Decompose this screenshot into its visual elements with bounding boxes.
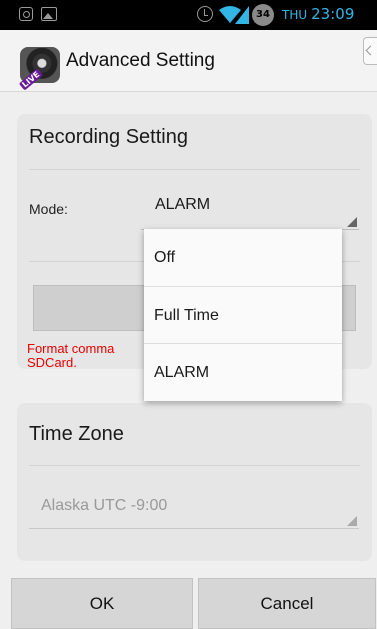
live-tag: LIVE xyxy=(18,68,43,91)
alarm-icon xyxy=(197,6,213,22)
dropdown-option-off[interactable]: Off xyxy=(144,229,342,286)
image-icon xyxy=(41,7,57,21)
page-title: Advanced Setting xyxy=(66,50,215,71)
time-zone-value: Alaska UTC -9:00 xyxy=(41,497,168,514)
dropdown-option-full-time[interactable]: Full Time xyxy=(144,286,342,343)
ok-button[interactable]: OK xyxy=(11,578,193,629)
signal-icon xyxy=(235,6,249,24)
time-zone-spinner[interactable]: Alaska UTC -9:00 xyxy=(29,491,359,529)
mode-label: Mode: xyxy=(29,201,68,217)
divider xyxy=(29,169,360,170)
time-zone-title: Time Zone xyxy=(29,423,124,445)
dropdown-arrow-icon xyxy=(347,217,357,227)
mode-dropdown-menu: Off Full Time ALARM xyxy=(144,229,342,401)
recording-setting-title: Recording Setting xyxy=(29,126,188,148)
screenshot-icon xyxy=(19,7,33,21)
dropdown-arrow-icon xyxy=(347,516,357,526)
status-time: 23:09 xyxy=(311,5,355,23)
action-bar: LIVE Advanced Setting xyxy=(0,30,377,92)
status-bar: 34 THU 23:09 xyxy=(0,0,377,30)
bottom-button-bar: OK Cancel xyxy=(0,578,377,629)
app-camera-icon[interactable]: LIVE xyxy=(18,47,60,91)
mode-value: ALARM xyxy=(155,196,211,213)
mode-spinner[interactable]: ALARM xyxy=(141,190,359,230)
cancel-button[interactable]: Cancel xyxy=(198,578,376,629)
divider xyxy=(29,465,360,466)
dropdown-option-alarm[interactable]: ALARM xyxy=(144,343,342,400)
time-zone-card: Time Zone Alaska UTC -9:00 xyxy=(17,403,372,561)
status-day: THU xyxy=(282,8,308,22)
status-clock: THU 23:09 xyxy=(282,5,354,23)
chevron-left-icon[interactable] xyxy=(363,37,377,65)
battery-icon: 34 xyxy=(252,4,274,26)
